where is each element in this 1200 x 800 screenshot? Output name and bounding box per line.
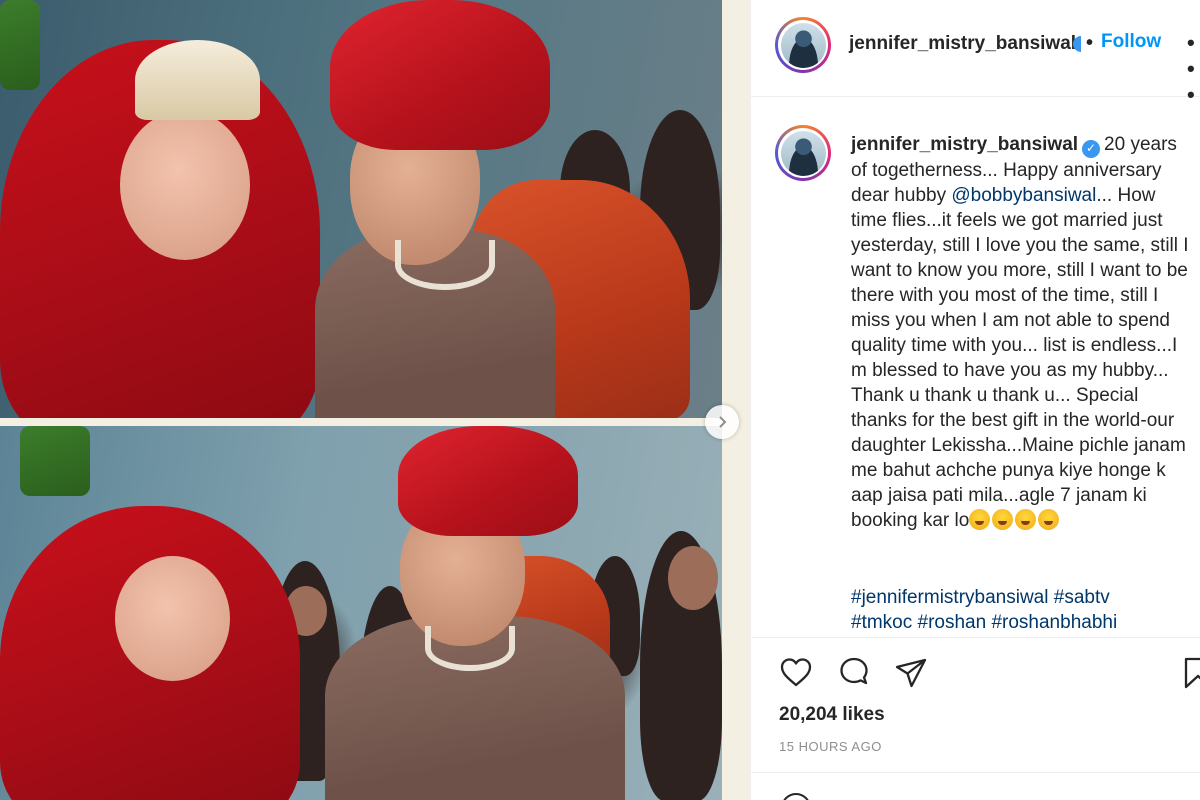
joy-emoji-icon (1038, 508, 1060, 530)
caption-text: jennifer_mistry_bansiwal ✓ 20 years of tog… (851, 132, 1191, 533)
bride-crown (135, 40, 260, 120)
groom-necklace (425, 626, 515, 671)
comment-bar (751, 772, 1200, 800)
chevron-right-icon[interactable] (705, 405, 739, 439)
leaf-decoration (0, 0, 40, 90)
tongue-emoji-icon (992, 508, 1014, 530)
bride-face (120, 110, 250, 260)
separator-dot: • (1086, 32, 1094, 54)
photo-divider (0, 418, 750, 426)
paper-plane-icon[interactable] (894, 656, 928, 690)
hashtag-line[interactable]: #jennifermistrybansiwal #sabtv (851, 585, 1191, 610)
groom-necklace (395, 240, 495, 290)
verified-badge-icon: ✓ (1082, 139, 1101, 158)
wedding-photo-bottom (0, 426, 722, 800)
post-side-panel: jennifer_mistry_bansiwal • Follow • • • … (750, 0, 1200, 800)
caption-username[interactable]: jennifer_mistry_bansiwal (851, 134, 1078, 155)
wedding-photo-top (0, 0, 722, 418)
comment-icon[interactable] (837, 656, 871, 690)
photo-border (722, 426, 750, 800)
leaf-decoration (20, 426, 90, 496)
caption-section: jennifer_mistry_bansiwal ✓ 20 years of tog… (751, 97, 1200, 637)
caption-body-continued: ... How time flies...it feels we got mar… (851, 184, 1189, 531)
avatar[interactable] (775, 125, 831, 181)
guest-face (668, 546, 718, 610)
follow-button[interactable]: Follow (1101, 31, 1161, 53)
post-header: jennifer_mistry_bansiwal • Follow • • • (751, 0, 1200, 107)
post-actions: 20,204 likes 15 HOURS AGO (751, 637, 1200, 772)
smile-emoji-icon (1015, 508, 1037, 530)
groom-turban (330, 0, 550, 150)
hashtags: #jennifermistrybansiwal #sabtv #tmkoc #r… (851, 585, 1191, 635)
emoji-icon[interactable] (781, 793, 811, 800)
post-media[interactable] (0, 0, 750, 800)
likes-count[interactable]: 20,204 likes (779, 704, 885, 726)
avatar[interactable] (775, 17, 831, 73)
bride-face (115, 556, 230, 681)
yum-emoji-icon (969, 508, 991, 530)
profile-photo (780, 130, 826, 176)
mention-link[interactable]: @bobbybansiwal (951, 185, 1096, 206)
hashtag-line[interactable]: #tmkoc #roshan #roshanbhabhi (851, 610, 1191, 635)
profile-photo (780, 22, 826, 68)
bookmark-icon[interactable] (1181, 656, 1200, 690)
groom-turban (398, 426, 578, 536)
heart-icon[interactable] (779, 656, 813, 690)
header-username[interactable]: jennifer_mistry_bansiwal (849, 33, 1076, 55)
photo-border (722, 0, 750, 418)
verified-badge-icon (1073, 36, 1081, 54)
post-timestamp[interactable]: 15 HOURS AGO (779, 739, 882, 754)
